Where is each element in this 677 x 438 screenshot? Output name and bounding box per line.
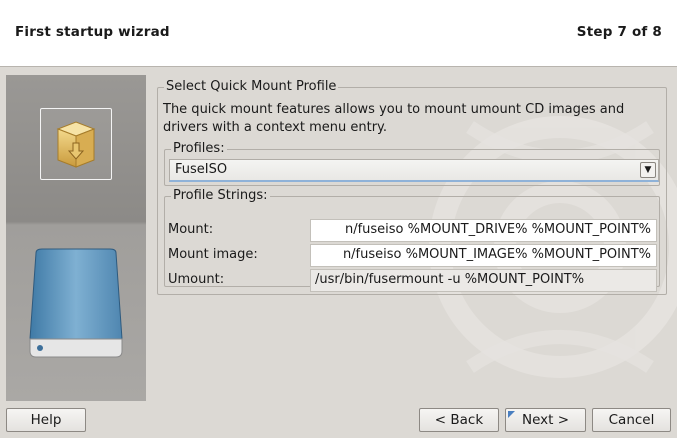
package-icon: [56, 121, 96, 168]
mount-label: Mount:: [168, 222, 214, 237]
help-button[interactable]: Help: [6, 408, 86, 432]
focus-indicator: [508, 411, 515, 418]
next-button-label: Next >: [521, 412, 570, 428]
cancel-button[interactable]: Cancel: [592, 408, 671, 432]
profile-select[interactable]: FuseISO ▼: [169, 159, 659, 182]
side-panel: [6, 75, 146, 401]
umount-input-value: /usr/bin/fusermount -u %MOUNT_POINT%: [315, 272, 585, 287]
profile-select-value: FuseISO: [175, 162, 228, 177]
wizard-page: Select Quick Mount Profile The quick mou…: [0, 67, 677, 405]
umount-input[interactable]: /usr/bin/fusermount -u %MOUNT_POINT%: [310, 269, 657, 292]
quick-mount-description: The quick mount features allows you to m…: [163, 102, 625, 135]
mount-image-input-value: n/fuseiso %MOUNT_IMAGE% %MOUNT_POINT%: [342, 247, 651, 262]
mount-image-input[interactable]: n/fuseiso %MOUNT_IMAGE% %MOUNT_POINT%: [310, 244, 657, 267]
wizard-step-indicator: Step 7 of 8: [576, 24, 662, 40]
umount-label: Umount:: [168, 272, 225, 287]
wizard-header: First startup wizrad Step 7 of 8: [0, 0, 677, 67]
profiles-group: Profiles: FuseISO ▼: [164, 141, 660, 186]
hard-drive-icon: [29, 248, 123, 358]
next-button[interactable]: Next >: [505, 408, 586, 432]
mount-input-value: n/fuseiso %MOUNT_DRIVE% %MOUNT_POINT%: [344, 222, 651, 237]
chevron-down-icon[interactable]: ▼: [640, 162, 656, 178]
mount-input[interactable]: n/fuseiso %MOUNT_DRIVE% %MOUNT_POINT%: [310, 219, 657, 242]
quick-mount-profile-title: Select Quick Mount Profile: [164, 79, 339, 95]
package-icon-frame: [40, 108, 112, 180]
profile-strings-title: Profile Strings:: [171, 188, 270, 204]
mount-image-label: Mount image:: [168, 247, 258, 262]
button-bar: Help < Back Next > Cancel: [0, 405, 677, 438]
wizard-title: First startup wizrad: [15, 24, 170, 40]
quick-mount-profile-group: Select Quick Mount Profile The quick mou…: [157, 79, 667, 295]
profiles-title: Profiles:: [171, 141, 227, 157]
back-button[interactable]: < Back: [419, 408, 499, 432]
profile-strings-group: Profile Strings: Mount: n/fuseiso %MOUNT…: [164, 188, 660, 292]
